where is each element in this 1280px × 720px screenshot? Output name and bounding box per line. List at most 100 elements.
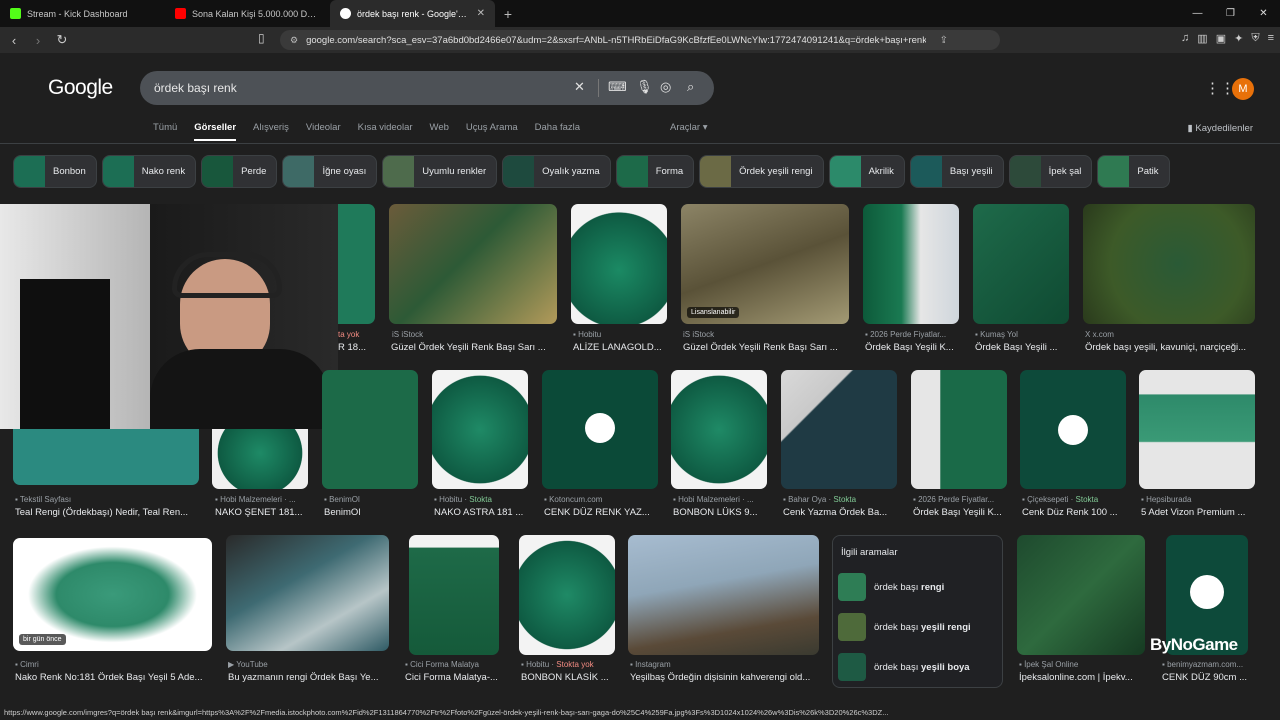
result-title[interactable]: NAKO ASTRA 181 ... bbox=[434, 507, 530, 518]
chip[interactable]: Akrilik bbox=[828, 155, 905, 188]
tab-youtube[interactable]: Sona Kalan Kişi 5.000.000 Dolar Kaza bbox=[165, 0, 330, 27]
result-title[interactable]: NAKO ŞENET 181... bbox=[215, 507, 310, 518]
image-result[interactable] bbox=[409, 535, 499, 655]
tab-short-videos[interactable]: Kısa videolar bbox=[358, 122, 413, 141]
chip[interactable]: İğne oyası bbox=[282, 155, 378, 188]
image-result[interactable] bbox=[13, 429, 199, 485]
menu-icon[interactable]: ≡ bbox=[1268, 32, 1274, 45]
image-result[interactable] bbox=[338, 204, 375, 324]
forward-icon[interactable]: › bbox=[28, 33, 48, 48]
image-result[interactable] bbox=[628, 535, 819, 655]
chip[interactable]: Bonbon bbox=[13, 155, 97, 188]
tab-more[interactable]: Daha fazla bbox=[535, 122, 580, 141]
avatar[interactable]: M bbox=[1232, 78, 1254, 100]
image-result[interactable] bbox=[1017, 535, 1145, 655]
tools-button[interactable]: Araçlar ▾ bbox=[670, 122, 708, 133]
result-title[interactable]: Nako Renk No:181 Ördek Başı Yeşil 5 Ade.… bbox=[15, 672, 211, 683]
chip[interactable]: Oyalık yazma bbox=[502, 155, 611, 188]
image-result[interactable] bbox=[226, 535, 389, 651]
image-result[interactable] bbox=[432, 370, 528, 489]
result-title[interactable]: Güzel Ördek Yeşili Renk Başı Sarı ... bbox=[683, 342, 849, 353]
close-tab-icon[interactable]: ✕ bbox=[477, 8, 485, 19]
image-result[interactable] bbox=[1139, 370, 1255, 489]
search-box[interactable]: ördek başı renk ✕ ⌨ 🎙 ◎ ⌕ bbox=[140, 71, 714, 105]
result-title[interactable]: Bu yazmanın rengi Ördek Başı Ye... bbox=[228, 672, 388, 683]
tab-images[interactable]: Görseller bbox=[194, 122, 237, 141]
result-title[interactable]: Cenk Yazma Ördek Ba... bbox=[783, 507, 898, 518]
tab-kick-dashboard[interactable]: Stream - Kick Dashboard bbox=[0, 0, 165, 27]
image-result[interactable]: Lisanslanabilir bbox=[681, 204, 849, 324]
image-result[interactable] bbox=[911, 370, 1007, 489]
result-title[interactable]: ALİZE LANAGOLD... bbox=[573, 342, 668, 353]
tab-videos[interactable]: Videolar bbox=[306, 122, 341, 141]
tab-all[interactable]: Tümü bbox=[153, 122, 177, 141]
url-field[interactable]: ⚙ google.com/search?sca_esv=37a6bd0bd246… bbox=[280, 30, 1000, 50]
back-icon[interactable]: ‹ bbox=[4, 33, 24, 48]
clear-icon[interactable]: ✕ bbox=[574, 79, 585, 95]
chip[interactable]: Nako renk bbox=[101, 155, 197, 188]
tab-shopping[interactable]: Alışveriş bbox=[253, 122, 289, 141]
result-title[interactable]: Teal Rengi (Ördekbaşı) Nedir, Teal Ren..… bbox=[15, 507, 200, 518]
image-result[interactable] bbox=[1020, 370, 1126, 489]
image-result[interactable] bbox=[212, 429, 308, 489]
leo-icon[interactable]: ✦ bbox=[1234, 32, 1243, 45]
result-title[interactable]: Ördek başı yeşili, kavuniçi, narçiçeği..… bbox=[1085, 342, 1255, 353]
chip[interactable]: Ördek yeşili rengi bbox=[699, 155, 824, 188]
sidebar-icon[interactable]: ▥ bbox=[1197, 32, 1207, 45]
chip[interactable]: Perde bbox=[201, 155, 278, 188]
tab-web[interactable]: Web bbox=[430, 122, 449, 141]
google-logo[interactable]: Google bbox=[48, 76, 113, 100]
image-result[interactable] bbox=[322, 370, 418, 489]
tab-flights[interactable]: Uçuş Arama bbox=[466, 122, 518, 141]
image-result[interactable] bbox=[671, 370, 767, 489]
related-search-item[interactable]: ördek başı rengi bbox=[838, 571, 998, 603]
bookmark-icon[interactable]: ▯ bbox=[258, 31, 265, 45]
result-title[interactable]: BONBON LÜKS 9... bbox=[673, 507, 768, 518]
result-title[interactable]: Ördek Başı Yeşili ... bbox=[975, 342, 1070, 353]
image-result[interactable] bbox=[542, 370, 658, 489]
search-icon[interactable]: ⌕ bbox=[687, 79, 694, 95]
reload-icon[interactable]: ↻ bbox=[52, 32, 72, 48]
minimize-icon[interactable]: — bbox=[1181, 0, 1214, 27]
saved-button[interactable]: ▮ Kaydedilenler bbox=[1188, 123, 1253, 134]
chip[interactable]: Başı yeşili bbox=[909, 155, 1004, 188]
site-info-icon[interactable]: ⚙ bbox=[290, 35, 298, 46]
image-result[interactable] bbox=[781, 370, 897, 489]
close-window-icon[interactable]: ✕ bbox=[1247, 0, 1280, 27]
result-title[interactable]: Yeşilbaş Ördeğin dişisinin kahverengi ol… bbox=[630, 672, 820, 683]
chip[interactable]: İpek şal bbox=[1008, 155, 1093, 188]
keyboard-icon[interactable]: ⌨ bbox=[608, 79, 627, 95]
tab-google-search[interactable]: ördek başı renk - Google'da Ara ✕ bbox=[330, 0, 495, 27]
result-title[interactable]: 5 Adet Vizon Premium ... bbox=[1141, 507, 1256, 518]
vpn-icon[interactable]: ⛨ bbox=[1251, 32, 1259, 45]
result-title[interactable]: Ördek Başı Yeşili K... bbox=[913, 507, 1008, 518]
image-result[interactable]: bir gün önce bbox=[13, 538, 212, 651]
related-search-item[interactable]: ördek başı yeşili rengi bbox=[838, 611, 998, 643]
share-icon[interactable]: ⇪ bbox=[940, 35, 948, 46]
maximize-icon[interactable]: ❐ bbox=[1214, 0, 1247, 27]
wallet-icon[interactable]: ▣ bbox=[1216, 32, 1226, 45]
search-input[interactable]: ördek başı renk bbox=[154, 81, 237, 95]
chip[interactable]: Forma bbox=[615, 155, 695, 188]
result-title[interactable]: CENK DÜZ 90cm ... bbox=[1162, 672, 1257, 683]
image-result[interactable] bbox=[389, 204, 557, 324]
result-title[interactable]: R 18... bbox=[338, 342, 378, 353]
microphone-icon[interactable]: 🎙 bbox=[636, 79, 653, 95]
result-title[interactable]: BONBON KLASİK ... bbox=[521, 672, 621, 683]
result-title[interactable]: Ördek Başı Yeşili K... bbox=[865, 342, 960, 353]
related-search-item[interactable]: ördek başı yeşili boya bbox=[838, 651, 998, 683]
image-result[interactable] bbox=[571, 204, 667, 324]
image-result[interactable] bbox=[519, 535, 615, 655]
lens-icon[interactable]: ◎ bbox=[660, 79, 671, 95]
media-icon[interactable]: ♫ bbox=[1181, 32, 1189, 45]
new-tab-button[interactable]: + bbox=[495, 6, 521, 22]
result-title[interactable]: BenimOl bbox=[324, 507, 419, 518]
image-result[interactable] bbox=[1083, 204, 1255, 324]
chip[interactable]: Uyumlu renkler bbox=[382, 155, 498, 188]
chip[interactable]: Patik bbox=[1097, 155, 1170, 188]
result-title[interactable]: İpeksalonline.com | İpekv... bbox=[1019, 672, 1145, 683]
result-title[interactable]: Güzel Ördek Yeşili Renk Başı Sarı ... bbox=[391, 342, 557, 353]
image-result[interactable] bbox=[973, 204, 1069, 324]
result-title[interactable]: Cici Forma Malatya-... bbox=[405, 672, 510, 683]
result-title[interactable]: Cenk Düz Renk 100 ... bbox=[1022, 507, 1127, 518]
